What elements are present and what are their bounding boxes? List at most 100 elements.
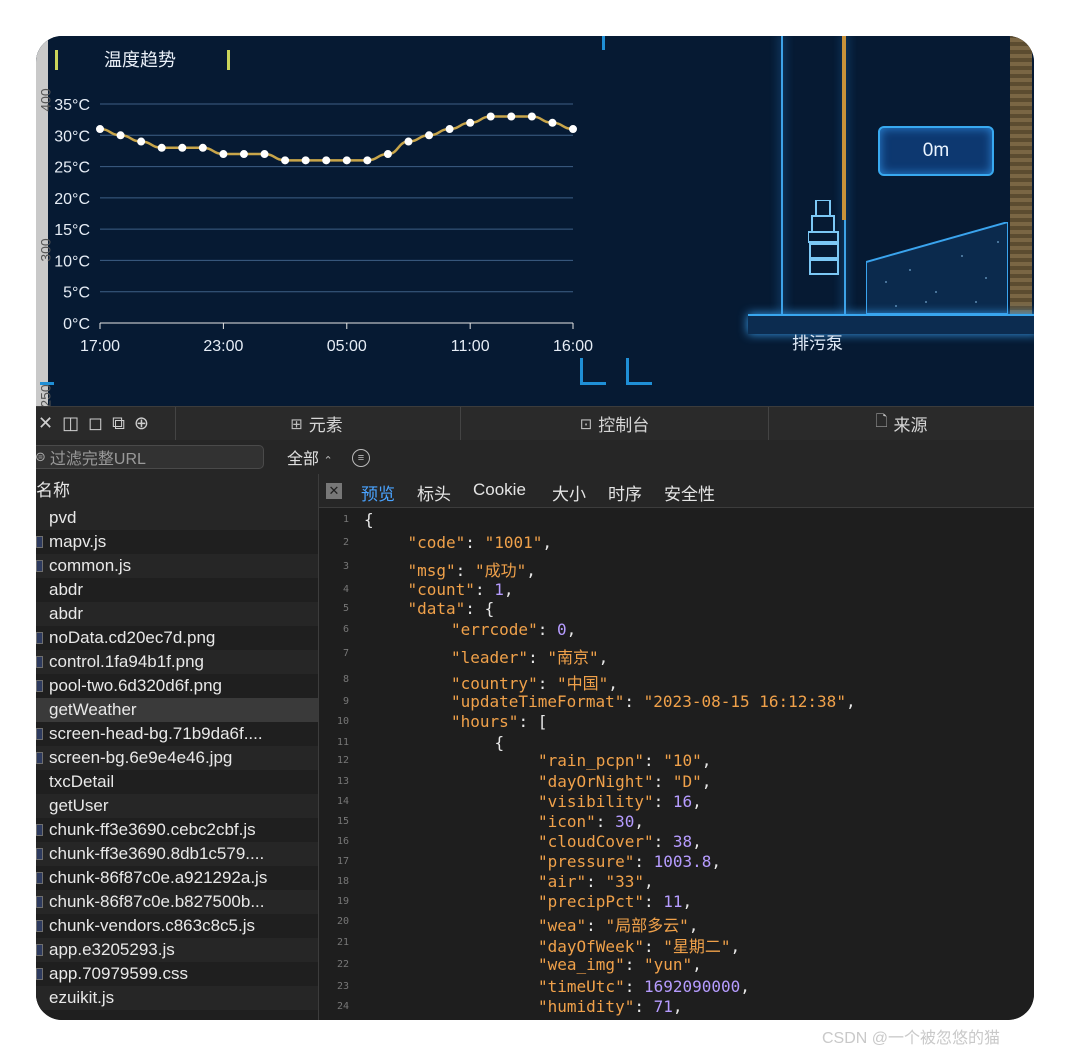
request-row[interactable]: mapv.js <box>36 530 318 554</box>
name-column-header[interactable]: 名称 <box>36 474 318 508</box>
json-line: "data": { <box>408 599 495 618</box>
dock-icon[interactable]: ◫ <box>62 413 79 434</box>
json-punct: : <box>528 648 548 667</box>
request-row[interactable]: chunk-ff3e3690.cebc2cbf.js <box>36 818 318 842</box>
temperature-point <box>445 125 454 134</box>
tab-sources[interactable]: 🗋 来源 <box>769 407 1034 440</box>
tab-elements[interactable]: ⊞ 元素 <box>173 407 461 440</box>
url-filter-input[interactable]: ⊜ 过滤完整URL <box>36 445 264 469</box>
request-name: abdr <box>49 580 84 599</box>
filter-placeholder: 过滤完整URL <box>49 451 146 468</box>
resource-type-select[interactable]: 全部 ⌃ <box>287 445 333 469</box>
frame-corner <box>602 36 605 50</box>
request-row[interactable]: abdr <box>36 602 318 626</box>
file-icon <box>36 968 43 980</box>
request-row[interactable]: ezuikit.js <box>36 986 318 1010</box>
request-row[interactable]: noData.cd20ec7d.png <box>36 626 318 650</box>
pump-label: 排污泵 <box>792 334 843 353</box>
json-string: "1001" <box>484 533 543 552</box>
json-punct: , <box>598 648 609 667</box>
json-punct: : <box>455 561 475 580</box>
temperature-point <box>569 125 577 134</box>
line-number: 10 <box>336 716 349 727</box>
request-row[interactable]: screen-bg.6e9e4e46.jpg <box>36 746 318 770</box>
json-line: "code": "1001", <box>408 533 553 552</box>
request-row[interactable]: control.1fa94b1f.png <box>36 650 318 674</box>
request-name: chunk-vendors.c863c8c5.js <box>49 916 256 935</box>
side-pipe <box>1010 36 1032 314</box>
json-string: "yun" <box>643 955 693 974</box>
x-tick-label: 05:00 <box>327 338 367 355</box>
json-line: "air": "33", <box>538 872 654 891</box>
close-icon[interactable]: ✕ <box>38 413 53 434</box>
json-key: "cloudCover" <box>538 832 654 851</box>
json-line: "precipPct": 11, <box>538 892 692 911</box>
json-punct: : <box>624 977 644 996</box>
json-punct: , <box>682 892 693 911</box>
monitor-screen: 400 300 250 温度趋势 35°C 30°C 25°C 20°C 15°C 10°… <box>36 36 1034 406</box>
json-key: "leader" <box>451 648 529 667</box>
tank-wall <box>781 36 783 314</box>
json-punct: : <box>624 692 644 711</box>
filter-options-icon[interactable]: ≡ <box>352 449 370 467</box>
json-punct: : <box>537 620 557 639</box>
json-punct: , <box>526 561 536 580</box>
temperature-chart: 35°C 30°C 25°C 20°C 15°C 10°C 5°C 0°C 17:00 23:00… <box>54 97 593 355</box>
request-name: abdr <box>49 604 84 623</box>
request-list: 名称 pvd mapv.js common.js abdr abdr noData.cd2… <box>36 474 319 1020</box>
file-icon <box>36 632 43 644</box>
request-row[interactable]: app.e3205293.js <box>36 938 318 962</box>
request-row[interactable]: pvd <box>36 506 318 530</box>
temperature-point <box>322 156 331 165</box>
tab-headers[interactable]: 标头 <box>417 480 451 505</box>
file-icon <box>36 680 43 692</box>
json-preview: 1 {2 "code": "1001", 3 "msg": "成功", 4 "count":… <box>319 508 1034 1020</box>
request-row[interactable]: chunk-86f87c0e.b827500b... <box>36 890 318 914</box>
json-line: "updateTimeFormat": "2023-08-15 16:12:38… <box>451 692 856 711</box>
request-row[interactable]: chunk-vendors.c863c8c5.js <box>36 914 318 938</box>
file-icon <box>36 536 43 548</box>
tab-preview[interactable]: 预览 <box>361 480 395 505</box>
request-name: app.70979599.css <box>49 964 188 983</box>
y-tick-label: 0°C <box>63 316 90 333</box>
json-string: "D" <box>672 772 702 791</box>
temperature-point <box>96 125 104 134</box>
request-row[interactable]: screen-head-bg.71b9da6f.... <box>36 722 318 746</box>
json-line: "humidity": 71, <box>538 997 683 1016</box>
request-row[interactable]: chunk-86f87c0e.a921292a.js <box>36 866 318 890</box>
target-icon[interactable]: ⊕ <box>134 413 149 434</box>
elements-icon: ⊞ <box>290 415 303 433</box>
tab-security[interactable]: 安全性 <box>664 480 715 505</box>
request-row[interactable]: abdr <box>36 578 318 602</box>
file-icon <box>36 896 43 908</box>
tab-timing[interactable]: 时序 <box>608 480 642 505</box>
device-icon[interactable]: ⧉ <box>112 413 125 434</box>
inspect-element-icon[interactable]: ◻ <box>88 413 103 434</box>
request-row[interactable]: txcDetail <box>36 770 318 794</box>
request-row[interactable]: app.70979599.css <box>36 962 318 986</box>
line-number: 19 <box>336 896 349 907</box>
frame-corner <box>580 382 606 385</box>
close-detail-icon[interactable]: ✕ <box>326 483 342 499</box>
json-punct: : <box>586 872 606 891</box>
temperature-point <box>198 143 207 152</box>
tab-size[interactable]: 大小 <box>552 480 586 505</box>
line-number: 23 <box>336 981 349 992</box>
request-row[interactable]: pool-two.6d320d6f.png <box>36 674 318 698</box>
json-line: "wea_img": "yun", <box>538 955 702 974</box>
json-punct: { <box>494 733 505 752</box>
json-key: "data" <box>407 599 466 618</box>
request-row[interactable]: common.js <box>36 554 318 578</box>
request-row[interactable]: chunk-ff3e3690.8db1c579.... <box>36 842 318 866</box>
json-line: "timeUtc": 1692090000, <box>538 977 750 996</box>
tab-console[interactable]: ⊡ 控制台 <box>461 407 769 440</box>
temperature-point <box>219 150 228 159</box>
request-row[interactable]: getUser <box>36 794 318 818</box>
temperature-point <box>383 150 392 159</box>
tab-cookie[interactable]: Cookie <box>473 480 526 500</box>
json-line: "country": "中国", <box>451 670 618 694</box>
request-row[interactable]: getWeather <box>36 698 318 722</box>
temperature-point <box>363 156 372 165</box>
json-punct: : <box>653 772 673 791</box>
json-number: 0 <box>556 620 567 639</box>
